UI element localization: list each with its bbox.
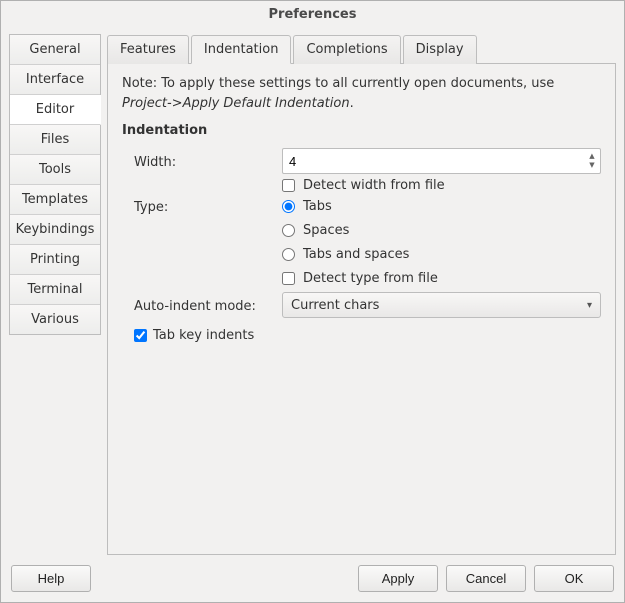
side-tab-general[interactable]: General bbox=[10, 35, 100, 65]
preferences-window: Preferences General Interface Editor Fil… bbox=[0, 0, 625, 603]
side-tab-editor[interactable]: Editor bbox=[10, 95, 101, 125]
type-label: Type: bbox=[134, 197, 282, 215]
window-title: Preferences bbox=[1, 1, 624, 30]
editor-panel: Features Indentation Completions Display… bbox=[101, 30, 616, 555]
type-tabs-spaces-radio[interactable] bbox=[282, 248, 295, 261]
type-spaces-option[interactable]: Spaces bbox=[282, 223, 601, 238]
auto-indent-label: Auto-indent mode: bbox=[134, 296, 282, 314]
ok-button[interactable]: OK bbox=[534, 565, 614, 592]
side-tab-interface[interactable]: Interface bbox=[10, 65, 100, 95]
chevron-down-icon: ▾ bbox=[587, 300, 592, 311]
width-spinbox[interactable]: ▲ ▼ bbox=[282, 148, 601, 174]
help-button[interactable]: Help bbox=[11, 565, 91, 592]
section-indentation-title: Indentation bbox=[122, 123, 601, 138]
type-row: Type: Tabs Spaces Tabs and spaces bbox=[122, 197, 601, 286]
type-spaces-radio[interactable] bbox=[282, 224, 295, 237]
type-tabs-radio[interactable] bbox=[282, 200, 295, 213]
width-input[interactable] bbox=[283, 151, 586, 172]
indentation-tab-content: Note: To apply these settings to all cur… bbox=[107, 63, 616, 555]
tab-key-indents-checkbox[interactable] bbox=[134, 329, 147, 342]
content-area: General Interface Editor Files Tools Tem… bbox=[1, 30, 624, 555]
tab-key-indents-option[interactable]: Tab key indents bbox=[122, 328, 601, 343]
note-suffix: . bbox=[350, 96, 354, 111]
editor-subtabs: Features Indentation Completions Display bbox=[101, 34, 616, 63]
cancel-button[interactable]: Cancel bbox=[446, 565, 526, 592]
type-tabs-spaces-option[interactable]: Tabs and spaces bbox=[282, 247, 601, 262]
note-emphasis: Project->Apply Default Indentation bbox=[122, 96, 350, 111]
width-spinners[interactable]: ▲ ▼ bbox=[586, 152, 600, 170]
width-row: Width: ▲ ▼ bbox=[122, 148, 601, 174]
detect-type-label: Detect type from file bbox=[303, 271, 438, 286]
tab-features[interactable]: Features bbox=[107, 35, 189, 64]
detect-width-checkbox[interactable] bbox=[282, 179, 295, 192]
detect-type-option[interactable]: Detect type from file bbox=[282, 271, 601, 286]
tab-completions[interactable]: Completions bbox=[293, 35, 400, 64]
side-tab-terminal[interactable]: Terminal bbox=[10, 275, 100, 305]
type-spaces-label: Spaces bbox=[303, 223, 349, 238]
tab-indentation[interactable]: Indentation bbox=[191, 35, 292, 64]
side-tab-templates[interactable]: Templates bbox=[10, 185, 100, 215]
type-tabs-label: Tabs bbox=[303, 199, 332, 214]
note-prefix: Note: To apply these settings to all cur… bbox=[122, 76, 554, 91]
dialog-button-bar: Help Apply Cancel OK bbox=[1, 555, 624, 602]
side-tab-printing[interactable]: Printing bbox=[10, 245, 100, 275]
auto-indent-row: Auto-indent mode: Current chars ▾ bbox=[122, 292, 601, 318]
detect-width-label: Detect width from file bbox=[303, 178, 445, 193]
note-text: Note: To apply these settings to all cur… bbox=[122, 74, 601, 113]
detect-type-checkbox[interactable] bbox=[282, 272, 295, 285]
width-label: Width: bbox=[134, 152, 282, 170]
tab-key-indents-label: Tab key indents bbox=[153, 328, 254, 343]
tab-display[interactable]: Display bbox=[403, 35, 477, 64]
auto-indent-value: Current chars bbox=[291, 298, 379, 313]
side-tab-tools[interactable]: Tools bbox=[10, 155, 100, 185]
side-tab-files[interactable]: Files bbox=[10, 125, 100, 155]
side-tab-various[interactable]: Various bbox=[10, 305, 100, 334]
apply-button[interactable]: Apply bbox=[358, 565, 438, 592]
auto-indent-select[interactable]: Current chars ▾ bbox=[282, 292, 601, 318]
type-tabs-spaces-label: Tabs and spaces bbox=[303, 247, 409, 262]
width-spin-up[interactable]: ▲ bbox=[586, 152, 598, 161]
width-spin-down[interactable]: ▼ bbox=[586, 161, 598, 170]
type-tabs-option[interactable]: Tabs bbox=[282, 199, 601, 214]
detect-width-row: Detect width from file bbox=[122, 178, 601, 193]
side-tab-keybindings[interactable]: Keybindings bbox=[10, 215, 100, 245]
detect-width-option[interactable]: Detect width from file bbox=[282, 178, 601, 193]
category-tabs: General Interface Editor Files Tools Tem… bbox=[9, 34, 101, 335]
